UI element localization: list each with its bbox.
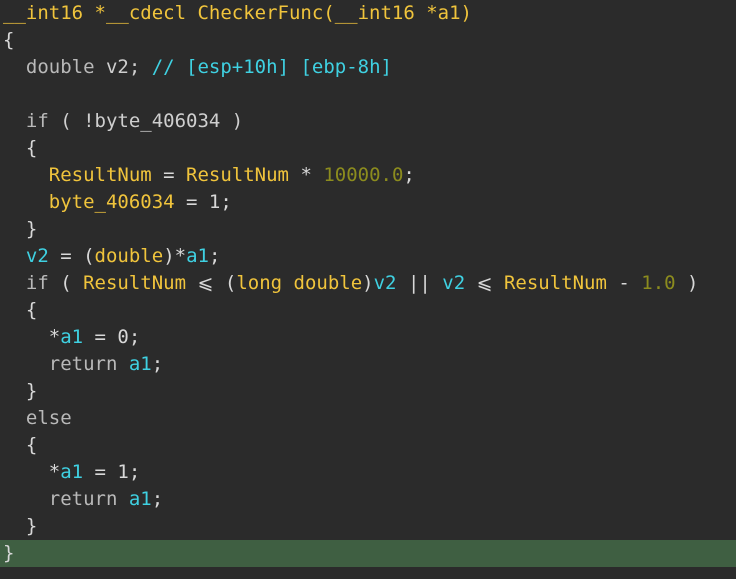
code-token: if — [25, 110, 49, 132]
code-line[interactable]: } — [0, 378, 736, 405]
code-token: 1.0 — [641, 272, 676, 294]
code-token: } — [3, 218, 38, 240]
code-token: ; — [208, 245, 221, 267]
code-token: // [esp+10h] [ebp-8h] — [151, 56, 392, 78]
code-token: * — [3, 326, 61, 348]
code-token: { — [3, 29, 15, 51]
code-token: = 0; — [83, 326, 141, 348]
code-line[interactable]: return a1; — [0, 486, 736, 513]
code-token: { — [3, 434, 38, 456]
pseudocode-editor[interactable]: __int16 *__cdecl CheckerFunc(__int16 *a1… — [0, 0, 736, 579]
code-token: ⩽ ( — [186, 272, 237, 294]
code-token: ; — [151, 488, 164, 510]
code-token: - — [606, 272, 642, 294]
code-line[interactable]: ResultNum = ResultNum * 10000.0; — [0, 162, 736, 189]
code-token: } — [3, 515, 38, 537]
code-token: = 1; — [83, 461, 141, 483]
code-token: v2 — [442, 272, 466, 294]
code-token: if — [25, 272, 49, 294]
code-token: double — [94, 245, 164, 267]
code-token: long double — [236, 272, 363, 294]
code-token: ; — [151, 353, 164, 375]
code-token: a1 — [60, 326, 84, 348]
code-token: v2 — [25, 245, 49, 267]
code-token: v2 — [373, 272, 397, 294]
code-token: byte_406034 — [48, 191, 175, 213]
code-line[interactable]: if ( ResultNum ⩽ (long double)v2 || v2 ⩽… — [0, 270, 736, 297]
code-token: )* — [163, 245, 187, 267]
code-line[interactable]: } — [0, 216, 736, 243]
code-line[interactable]: { — [0, 432, 736, 459]
code-token: ) — [362, 272, 374, 294]
code-token: ResultNum — [83, 272, 187, 294]
code-line[interactable]: { — [0, 27, 736, 54]
code-token: else — [25, 407, 72, 429]
code-line[interactable] — [0, 81, 736, 108]
code-token: v2; — [94, 56, 152, 78]
code-token: ) — [675, 272, 699, 294]
code-token: = 1; — [174, 191, 232, 213]
code-line[interactable]: v2 = (double)*a1; — [0, 243, 736, 270]
code-token: ⩽ — [465, 272, 504, 294]
code-token: { — [3, 299, 38, 321]
code-token: = — [151, 164, 187, 186]
code-line[interactable]: } — [0, 540, 736, 567]
code-line[interactable]: byte_406034 = 1; — [0, 189, 736, 216]
code-token: 10000.0 — [323, 164, 404, 186]
code-token: ; — [403, 164, 415, 186]
code-token: ( — [48, 272, 84, 294]
code-line[interactable]: { — [0, 135, 736, 162]
code-line[interactable]: if ( !byte_406034 ) — [0, 108, 736, 135]
code-token: double — [25, 56, 95, 78]
code-token: } — [3, 542, 15, 564]
code-token: __int16 *__cdecl CheckerFunc(__int16 *a1… — [3, 2, 472, 24]
code-token: ResultNum — [503, 272, 607, 294]
code-line[interactable]: } — [0, 513, 736, 540]
code-token: ResultNum — [48, 164, 152, 186]
code-line[interactable]: return a1; — [0, 351, 736, 378]
code-token: } — [3, 380, 38, 402]
code-token: a1 — [128, 353, 152, 375]
code-line[interactable]: else — [0, 405, 736, 432]
code-token: return — [48, 353, 118, 375]
code-token: ResultNum — [186, 164, 289, 186]
code-token: * — [289, 164, 324, 186]
code-token: = ( — [48, 245, 95, 267]
code-token: || — [396, 272, 443, 294]
code-token: a1 — [60, 461, 84, 483]
code-line[interactable]: *a1 = 1; — [0, 459, 736, 486]
code-token: a1 — [128, 488, 152, 510]
code-token: { — [3, 137, 38, 159]
code-token: return — [48, 488, 118, 510]
code-line[interactable]: *a1 = 0; — [0, 324, 736, 351]
code-line[interactable]: { — [0, 297, 736, 324]
code-line[interactable]: double v2; // [esp+10h] [ebp-8h] — [0, 54, 736, 81]
code-token: * — [3, 461, 61, 483]
code-line[interactable]: __int16 *__cdecl CheckerFunc(__int16 *a1… — [0, 0, 736, 27]
code-token: a1 — [186, 245, 209, 267]
code-token: ( !byte_406034 ) — [48, 110, 244, 132]
